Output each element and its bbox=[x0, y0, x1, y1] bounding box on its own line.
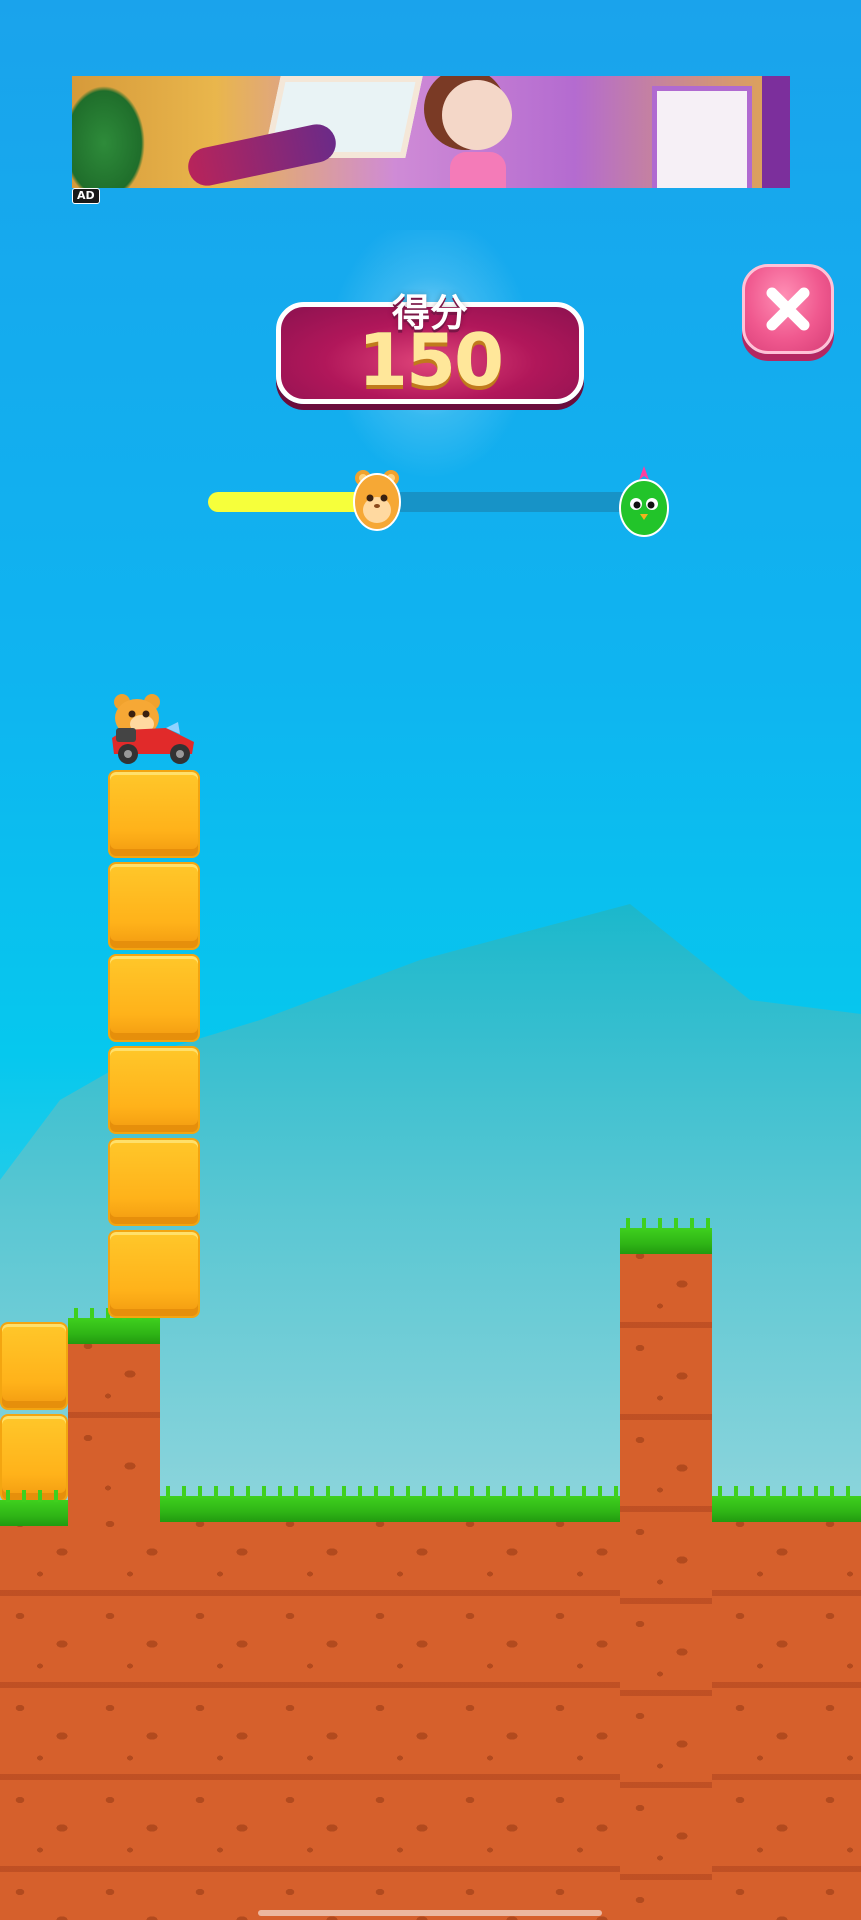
stack-block bbox=[108, 1230, 200, 1318]
ground-block bbox=[0, 1414, 68, 1502]
home-indicator[interactable] bbox=[258, 1910, 602, 1916]
ad-character-head bbox=[442, 80, 512, 150]
grass-strip bbox=[160, 1486, 620, 1522]
grass-strip bbox=[0, 1490, 68, 1526]
dirt-column-right bbox=[620, 1236, 712, 1920]
stack-block bbox=[108, 1046, 200, 1134]
grass-strip bbox=[620, 1218, 712, 1254]
stack-block bbox=[108, 770, 200, 858]
ad-badge: AD bbox=[72, 188, 100, 204]
ad-speaker-graphic bbox=[184, 120, 340, 188]
ad-banner[interactable] bbox=[72, 76, 790, 188]
stack-block bbox=[108, 1138, 200, 1226]
player-hamster-car bbox=[112, 694, 194, 764]
ground-block bbox=[0, 1322, 68, 1410]
close-button[interactable] bbox=[742, 264, 834, 354]
game-stage[interactable]: AD 得分 150 bbox=[0, 0, 861, 1920]
ad-door-graphic bbox=[652, 86, 752, 188]
ad-lamp-graphic bbox=[762, 76, 790, 188]
close-icon bbox=[766, 287, 810, 331]
grass-strip bbox=[68, 1308, 160, 1344]
stack-block bbox=[108, 862, 200, 950]
score-value: 150 bbox=[357, 318, 504, 402]
grass-strip bbox=[712, 1486, 861, 1522]
ground-dirt bbox=[0, 1504, 861, 1920]
ad-plant-graphic bbox=[72, 76, 152, 188]
stack-block bbox=[108, 954, 200, 1042]
bird-icon bbox=[619, 466, 669, 537]
ad-character-body bbox=[450, 152, 506, 188]
hamster-icon bbox=[353, 470, 401, 531]
